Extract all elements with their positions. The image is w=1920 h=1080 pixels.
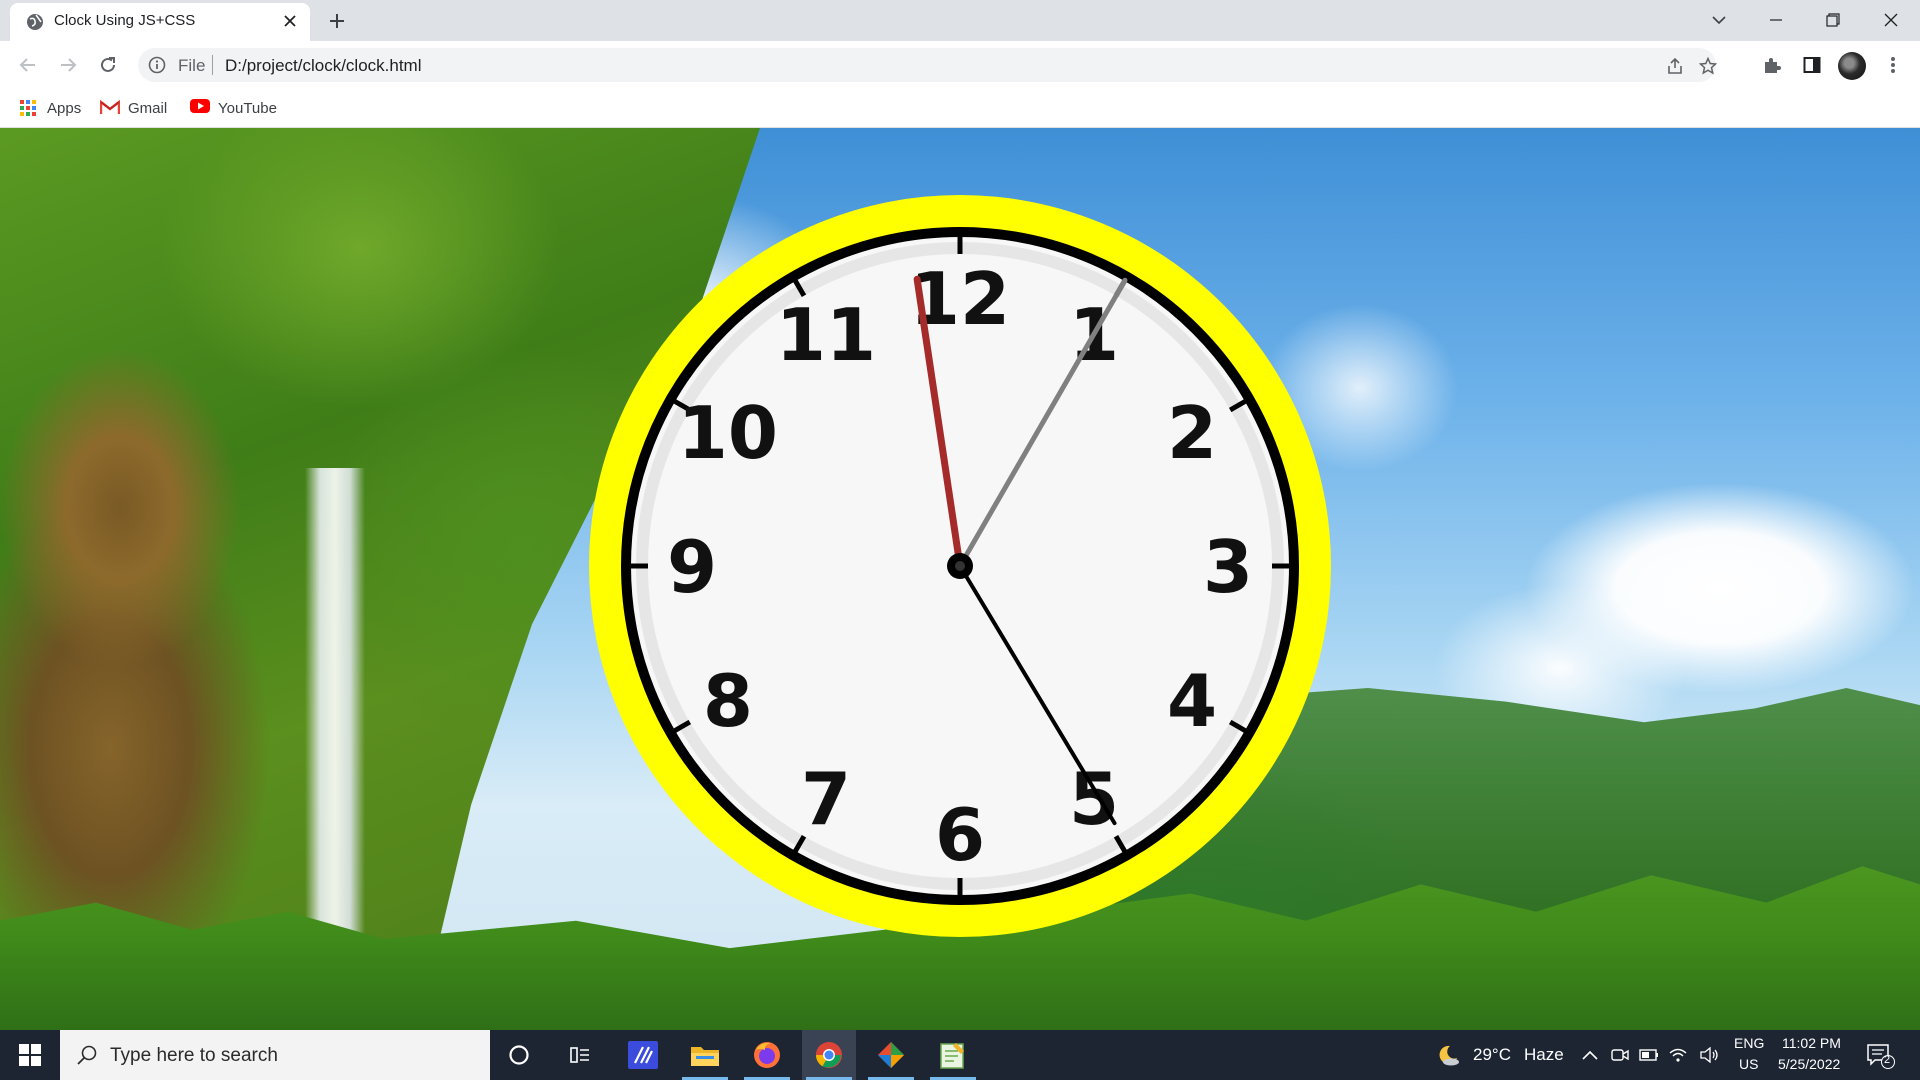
minimize-icon[interactable] bbox=[1760, 6, 1792, 34]
clock-numeral-2: 2 bbox=[1167, 391, 1217, 475]
windows-start-icon[interactable] bbox=[0, 1030, 60, 1080]
search-placeholder: Type here to search bbox=[110, 1045, 278, 1066]
taskbar-time[interactable]: 11:02 PM bbox=[1782, 1035, 1841, 1051]
page-viewport: 121234567891011 bbox=[0, 128, 1920, 1030]
bookmark-label: YouTube bbox=[218, 99, 277, 117]
side-panel-icon[interactable] bbox=[1801, 54, 1823, 76]
url-text[interactable]: D:/project/clock/clock.html bbox=[225, 56, 422, 76]
firefox-icon[interactable] bbox=[740, 1030, 794, 1080]
tab-close-icon[interactable] bbox=[280, 11, 300, 31]
notification-center-icon[interactable]: 2 bbox=[1866, 1043, 1896, 1069]
restore-icon[interactable] bbox=[1817, 6, 1849, 34]
profile-avatar[interactable] bbox=[1838, 52, 1866, 80]
more-menu-icon[interactable] bbox=[1882, 54, 1904, 76]
browser-toolbar: File D:/project/clock/clock.html bbox=[0, 41, 1920, 89]
back-icon[interactable] bbox=[14, 51, 42, 79]
weather-condition[interactable]: Haze bbox=[1524, 1045, 1564, 1065]
browser-tab[interactable]: Clock Using JS+CSS bbox=[10, 3, 310, 41]
notepad-icon[interactable] bbox=[926, 1030, 980, 1080]
weather-moon-icon[interactable] bbox=[1436, 1043, 1460, 1067]
reload-icon[interactable] bbox=[94, 51, 122, 79]
clock-center-cap bbox=[955, 561, 965, 571]
taskbar-date[interactable]: 5/25/2022 bbox=[1778, 1056, 1840, 1072]
clock-numeral-5: 5 bbox=[1069, 757, 1119, 841]
language-indicator-line1[interactable]: ENG bbox=[1734, 1035, 1764, 1051]
taskbar-search-box[interactable]: Type here to search bbox=[60, 1030, 490, 1080]
meet-now-icon[interactable] bbox=[1610, 1045, 1630, 1065]
visual-studio-icon[interactable] bbox=[616, 1030, 670, 1080]
clock-numeral-4: 4 bbox=[1167, 659, 1217, 743]
clock-numeral-9: 9 bbox=[667, 525, 717, 609]
address-separator bbox=[212, 55, 213, 75]
clock-numeral-8: 8 bbox=[703, 659, 753, 743]
clock-numeral-6: 6 bbox=[935, 793, 985, 877]
close-window-icon[interactable] bbox=[1875, 6, 1907, 34]
show-hidden-icons-chevron-icon[interactable] bbox=[1580, 1045, 1600, 1065]
clock-numeral-11: 11 bbox=[776, 293, 876, 377]
new-tab-icon[interactable] bbox=[325, 9, 349, 33]
chrome-icon[interactable] bbox=[802, 1030, 856, 1080]
file-explorer-icon[interactable] bbox=[678, 1030, 732, 1080]
wifi-icon[interactable] bbox=[1668, 1045, 1688, 1065]
globe-icon bbox=[26, 13, 44, 31]
bookmark-gmail[interactable]: Gmail bbox=[99, 98, 168, 118]
clock-numeral-7: 7 bbox=[801, 757, 851, 841]
tab-search-chevron-icon[interactable] bbox=[1703, 6, 1735, 34]
gmail-icon bbox=[99, 99, 121, 117]
share-icon[interactable] bbox=[1665, 56, 1685, 76]
language-indicator-line2[interactable]: US bbox=[1739, 1056, 1758, 1072]
cortana-icon[interactable] bbox=[492, 1030, 546, 1080]
tab-strip: Clock Using JS+CSS bbox=[0, 0, 1920, 41]
extensions-puzzle-icon[interactable] bbox=[1761, 54, 1783, 76]
bookmark-label: Apps bbox=[47, 99, 82, 117]
apps-grid-icon bbox=[19, 99, 37, 117]
clock-numeral-3: 3 bbox=[1203, 525, 1253, 609]
weather-temperature[interactable]: 29°C bbox=[1473, 1045, 1511, 1065]
clock-numeral-10: 10 bbox=[678, 391, 778, 475]
taskbar: Type here to search 29°C Haze ENG US 11:… bbox=[0, 1030, 1920, 1080]
analog-clock: 121234567891011 bbox=[589, 195, 1331, 937]
address-bar[interactable]: File D:/project/clock/clock.html bbox=[138, 48, 1718, 82]
tab-title: Clock Using JS+CSS bbox=[54, 12, 196, 29]
git-icon[interactable] bbox=[864, 1030, 918, 1080]
volume-icon[interactable] bbox=[1699, 1045, 1719, 1065]
bookmark-label: Gmail bbox=[128, 99, 168, 117]
notification-count-badge: 2 bbox=[1884, 1054, 1891, 1066]
bookmark-apps[interactable]: Apps bbox=[19, 98, 81, 118]
search-icon bbox=[76, 1044, 98, 1066]
youtube-icon bbox=[190, 99, 210, 117]
bookmark-star-icon[interactable] bbox=[1698, 56, 1718, 76]
scheme-label: File bbox=[178, 56, 206, 75]
forward-icon[interactable] bbox=[54, 51, 82, 79]
task-view-icon[interactable] bbox=[553, 1030, 607, 1080]
site-info-icon[interactable] bbox=[148, 56, 166, 74]
battery-icon[interactable] bbox=[1639, 1045, 1659, 1065]
bookmark-youtube[interactable]: YouTube bbox=[190, 98, 277, 118]
bookmarks-bar: Apps Gmail YouTube bbox=[0, 89, 1920, 128]
